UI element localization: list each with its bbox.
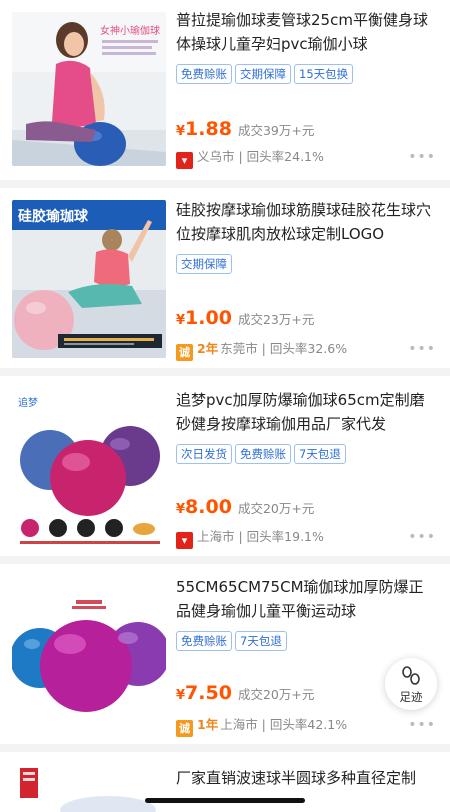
more-icon[interactable]: ••• (408, 716, 436, 734)
years-badge-icon: 诚 (176, 344, 193, 361)
tag-exchange: 15天包换 (294, 64, 354, 84)
location-rebuy-rate: 义乌市 | 回头率24.1% (197, 149, 324, 164)
seller-years: 2年 (197, 341, 219, 356)
tag-delivery-guarantee: 交期保障 (235, 64, 291, 84)
sold-amount: 成交20万+元 (237, 501, 315, 516)
divider (0, 368, 450, 376)
product-card[interactable]: 硅胶瑜珈球 硅胶按摩球瑜伽球筋膜球硅胶花生球穴位按摩球肌肉放松球定制LOGO 交… (0, 188, 450, 368)
location-rebuy-rate: 上海市 | 回头率42.1% (220, 717, 348, 732)
product-card[interactable]: 厂家直销波速球半圆球多种直径定制 (0, 752, 450, 812)
price: ¥1.88 (176, 118, 232, 140)
sold-amount: 成交20万+元 (237, 687, 315, 702)
factory-badge-icon: ▾ (176, 152, 193, 169)
more-icon[interactable]: ••• (408, 528, 436, 546)
divider (0, 180, 450, 188)
divider (0, 744, 450, 752)
product-image[interactable]: 追梦 (12, 388, 166, 548)
service-tags: 交期保障 (176, 253, 436, 274)
image-caption: 硅胶瑜珈球 (18, 208, 89, 225)
years-badge-icon: 诚 (176, 720, 193, 737)
image-caption: 女神小瑜伽球 (100, 24, 160, 37)
product-title[interactable]: 55CM65CM75CM瑜伽球加厚防爆正品健身瑜伽儿童平衡运动球 (176, 575, 436, 623)
tag-return: 7天包退 (235, 631, 287, 651)
more-icon[interactable]: ••• (408, 148, 436, 166)
factory-badge-icon: ▾ (176, 532, 193, 549)
product-card[interactable]: 55CM65CM75CM瑜伽球加厚防爆正品健身瑜伽儿童平衡运动球 免费赊账 7天包… (0, 564, 450, 744)
tag-return: 7天包退 (294, 444, 346, 464)
footprint-button[interactable]: 足迹 (385, 658, 437, 710)
footprint-icon (402, 666, 420, 685)
product-title[interactable]: 普拉提瑜伽球麦管球25cm平衡健身球体操球儿童孕妇pvc瑜伽小球 (176, 8, 436, 56)
product-title[interactable]: 硅胶按摩球瑜伽球筋膜球硅胶花生球穴位按摩球肌肉放松球定制LOGO (176, 198, 436, 246)
tag-credit: 免费赊账 (235, 444, 291, 464)
more-icon[interactable]: ••• (408, 340, 436, 358)
product-image[interactable] (12, 592, 166, 720)
tag-credit: 免费赊账 (176, 631, 232, 651)
product-title[interactable]: 厂家直销波速球半圆球多种直径定制 (176, 766, 436, 790)
price: ¥8.00 (176, 496, 232, 518)
price: ¥1.00 (176, 307, 232, 329)
price: ¥7.50 (176, 682, 232, 704)
service-tags: 次日发货 免费赊账 7天包退 (176, 443, 436, 464)
service-tags: 免费赊账 7天包退 (176, 630, 436, 651)
tag-next-day-shipping: 次日发货 (176, 444, 232, 464)
sold-amount: 成交23万+元 (237, 312, 315, 327)
image-caption: 追梦 (18, 396, 38, 409)
footprint-label: 足迹 (399, 690, 423, 704)
location-rebuy-rate: 上海市 | 回头率19.1% (197, 529, 324, 544)
tag-delivery-guarantee: 交期保障 (176, 254, 232, 274)
product-card[interactable]: 女神小瑜伽球 普拉提瑜伽球麦管球25cm平衡健身球体操球儿童孕妇pvc瑜伽小球 … (0, 0, 450, 180)
tag-credit: 免费赊账 (176, 64, 232, 84)
product-image[interactable]: 硅胶瑜珈球 (12, 200, 166, 358)
sold-amount: 成交39万+元 (237, 123, 315, 138)
product-card[interactable]: 追梦 追梦pvc加厚防爆瑜伽球65cm定制磨砂健身按摩球瑜伽用品厂家代发 次日发… (0, 376, 450, 556)
seller-years: 1年 (197, 717, 219, 732)
service-tags: 免费赊账 交期保障 15天包换 (176, 63, 436, 84)
product-image[interactable] (12, 762, 166, 812)
product-image[interactable]: 女神小瑜伽球 (12, 12, 166, 166)
home-indicator[interactable] (145, 798, 305, 803)
location-rebuy-rate: 东莞市 | 回头率32.6% (220, 341, 348, 356)
product-title[interactable]: 追梦pvc加厚防爆瑜伽球65cm定制磨砂健身按摩球瑜伽用品厂家代发 (176, 388, 436, 436)
divider (0, 556, 450, 564)
